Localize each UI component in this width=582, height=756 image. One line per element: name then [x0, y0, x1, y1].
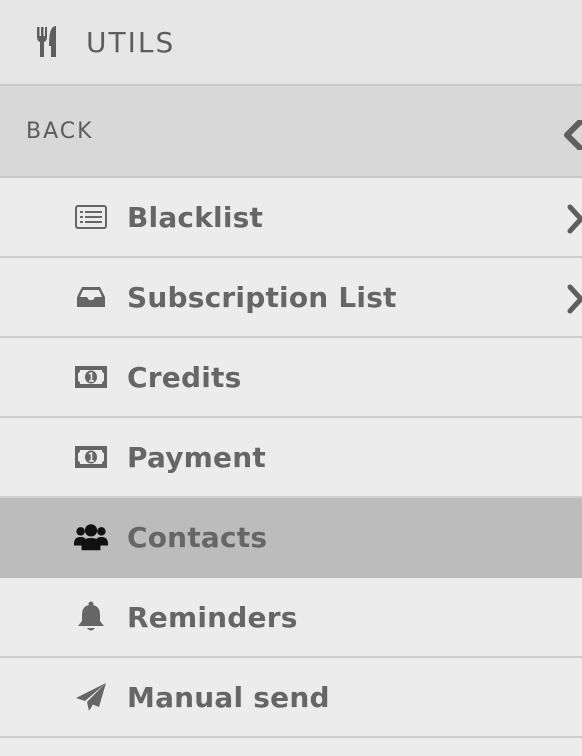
chevron-right-icon	[566, 204, 582, 234]
menu-item-label: Manual send	[127, 680, 330, 714]
menu-item-label: Reminders	[127, 600, 298, 634]
menu-item-credits[interactable]: Credits	[0, 338, 582, 418]
menu-header: UTILS	[0, 0, 582, 86]
money-icon	[74, 362, 108, 392]
inbox-icon	[74, 282, 108, 312]
menu-item-reminders[interactable]: Reminders	[0, 578, 582, 658]
paper-plane-icon	[74, 682, 108, 712]
menu-item-manual-send[interactable]: Manual send	[0, 658, 582, 738]
users-icon	[74, 522, 108, 552]
utensils-icon	[34, 26, 62, 58]
money-icon	[74, 442, 108, 472]
menu-item-label: Contacts	[127, 520, 268, 554]
list-icon	[74, 202, 108, 232]
header-title: UTILS	[86, 25, 176, 59]
menu-item-blacklist[interactable]: Blacklist	[0, 178, 582, 258]
menu-item-label: Blacklist	[127, 200, 264, 234]
menu-item-label: Subscription List	[127, 280, 397, 314]
menu-item-payment[interactable]: Payment	[0, 418, 582, 498]
menu-item-label: Credits	[127, 360, 242, 394]
bell-icon	[74, 601, 108, 632]
menu-item-subscription-list[interactable]: Subscription List	[0, 258, 582, 338]
back-label: BACK	[26, 118, 94, 144]
menu-item-contacts[interactable]: Contacts	[0, 498, 582, 578]
side-menu: UTILS BACK Blacklist Subscription List C…	[0, 0, 582, 756]
chevron-right-icon	[566, 284, 582, 314]
menu-item-label: Payment	[127, 440, 266, 474]
chevron-left-icon	[562, 120, 582, 150]
back-button[interactable]: BACK	[0, 86, 582, 178]
